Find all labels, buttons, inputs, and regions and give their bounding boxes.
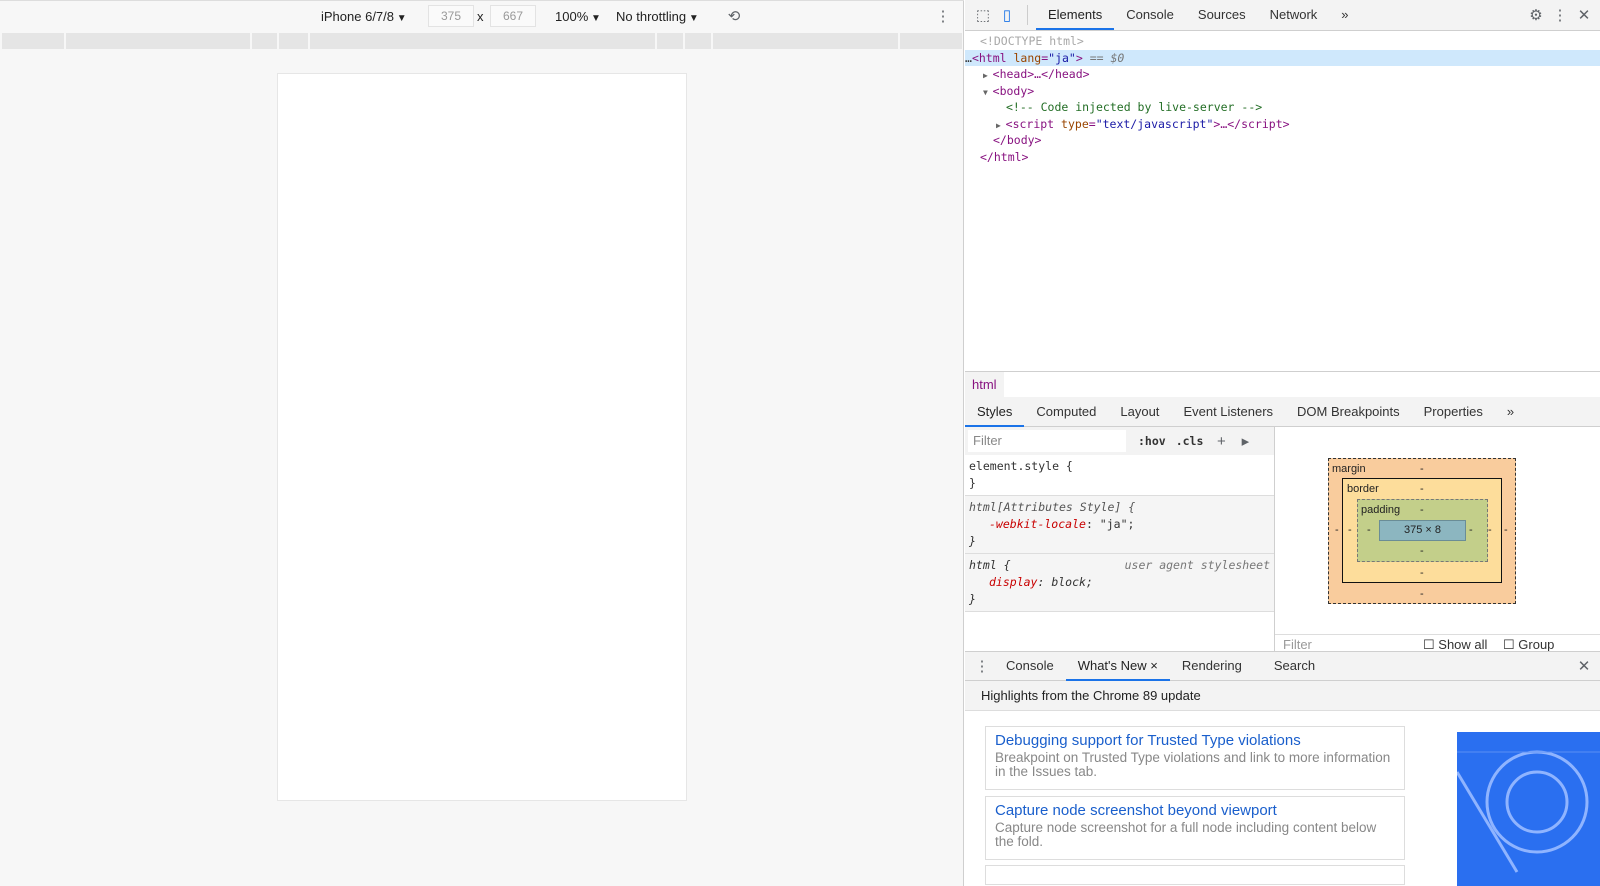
dom-body-close: </body> (993, 133, 1042, 147)
device-toggle-icon[interactable]: ▯ (995, 3, 1019, 27)
dom-html-node[interactable]: …<html lang="ja"> == $0 (965, 49, 1600, 66)
more-options-icon[interactable]: ⋮ (931, 4, 955, 28)
tab-dom-breakpoints[interactable]: DOM Breakpoints (1285, 397, 1412, 427)
breadcrumb: html (965, 371, 1600, 397)
breadcrumb-html[interactable]: html (965, 372, 1004, 397)
drawer-tab-whats-new[interactable]: What's New × (1065, 651, 1170, 681)
tab-event-listeners[interactable]: Event Listeners (1171, 397, 1285, 427)
customize-menu-icon[interactable]: ⋮ (1548, 3, 1572, 27)
device-viewport[interactable] (277, 73, 687, 801)
padding-label: padding (1361, 504, 1401, 516)
box-model-diagram: margin border padding 375 × 8 - - - - - … (1275, 427, 1600, 651)
width-input[interactable]: 375 (428, 5, 474, 27)
rotate-icon[interactable]: ⟲ (722, 4, 746, 28)
content-size: 375 × 8 (1403, 524, 1441, 536)
tab-layout[interactable]: Layout (1108, 397, 1171, 427)
tab-network[interactable]: Network (1258, 0, 1330, 30)
tab-properties[interactable]: Properties (1412, 397, 1495, 427)
show-all-checkbox[interactable]: ☐ Show all (1423, 637, 1487, 651)
device-select[interactable]: iPhone 6/7/8 (321, 9, 407, 24)
height-input[interactable]: 667 (490, 5, 536, 27)
rule-origin[interactable]: user agent stylesheet (1125, 557, 1270, 574)
devtools-panel: ⬚ ▯ Elements Console Sources Network » ⚙… (965, 0, 1600, 886)
device-toolbar: iPhone 6/7/8 375 x 667 100% No throttlin… (0, 0, 964, 31)
drawer: ⋮ Console What's New × Rendering Search … (965, 651, 1600, 886)
chrome-update-illustration (1457, 732, 1600, 886)
dom-tree: <!DOCTYPE html> …<html lang="ja"> == $0 … (965, 31, 1600, 165)
dom-comment[interactable]: <!-- Code injected by live-server --> (965, 99, 1600, 116)
style-rule-html[interactable]: html {user agent stylesheet display: blo… (965, 554, 1274, 612)
close-drawer-icon[interactable]: ✕ (1572, 654, 1596, 678)
margin-label: margin (1332, 463, 1366, 475)
computed-filter-input[interactable]: Filter (1283, 637, 1312, 651)
styles-filter-input[interactable]: Filter (968, 430, 1126, 452)
style-rule-attributes[interactable]: html[Attributes Style] { -webkit-locale:… (965, 496, 1274, 554)
drawer-tab-console[interactable]: Console (994, 651, 1066, 681)
whats-new-card[interactable]: Debugging support for Trusted Type viola… (985, 726, 1405, 790)
dom-doctype[interactable]: <!DOCTYPE html> (965, 33, 1600, 50)
device-emulation-area: iPhone 6/7/8 375 x 667 100% No throttlin… (0, 0, 964, 886)
tab-elements[interactable]: Elements (1036, 0, 1115, 30)
more-style-tabs-icon[interactable]: » (1495, 397, 1526, 427)
group-checkbox[interactable]: ☐ Group (1503, 637, 1554, 651)
toggle-sidebar-icon[interactable]: ▸ (1233, 429, 1257, 453)
inspect-element-icon[interactable]: ⬚ (971, 3, 995, 27)
hov-button[interactable]: :hov (1138, 434, 1166, 448)
close-tab-icon[interactable]: × (1150, 658, 1158, 673)
settings-gear-icon[interactable]: ⚙ (1524, 3, 1548, 27)
whats-new-card[interactable]: Capture node screenshot beyond viewport C… (985, 796, 1405, 860)
cls-button[interactable]: .cls (1176, 434, 1204, 448)
new-rule-plus-icon[interactable]: + (1209, 429, 1233, 453)
border-label: border (1347, 483, 1379, 495)
dom-body-node[interactable]: ▼ <body> (965, 83, 1600, 100)
tab-sources[interactable]: Sources (1186, 0, 1258, 30)
dimension-separator: x (477, 9, 484, 24)
drawer-menu-icon[interactable]: ⋮ (970, 654, 994, 678)
zoom-select[interactable]: 100% (555, 9, 601, 24)
style-rule-element[interactable]: element.style {} (965, 455, 1274, 496)
tab-computed[interactable]: Computed (1024, 397, 1108, 427)
drawer-tab-search[interactable]: Search (1262, 651, 1327, 681)
whats-new-header: Highlights from the Chrome 89 update (965, 681, 1600, 711)
close-devtools-icon[interactable]: ✕ (1572, 3, 1596, 27)
media-query-bar[interactable] (0, 33, 964, 49)
drawer-tabs: ⋮ Console What's New × Rendering Search … (965, 651, 1600, 681)
devtools-main-toolbar: ⬚ ▯ Elements Console Sources Network » ⚙… (965, 0, 1600, 31)
tab-console[interactable]: Console (1114, 0, 1186, 30)
styles-tabs: Styles Computed Layout Event Listeners D… (965, 397, 1600, 427)
throttling-select[interactable]: No throttling (616, 9, 699, 24)
drawer-tab-rendering[interactable]: Rendering (1170, 651, 1254, 681)
more-tabs-icon[interactable]: » (1329, 0, 1360, 30)
styles-pane: Filter :hov .cls + ▸ element.style {} ht… (965, 427, 1275, 651)
dom-head-node[interactable]: ▶ <head>…</head> (965, 66, 1600, 83)
dom-script-node[interactable]: ▶ <script type="text/javascript">…</scri… (965, 116, 1600, 133)
dom-html-close: </html> (980, 149, 1029, 164)
tab-styles[interactable]: Styles (965, 397, 1025, 427)
